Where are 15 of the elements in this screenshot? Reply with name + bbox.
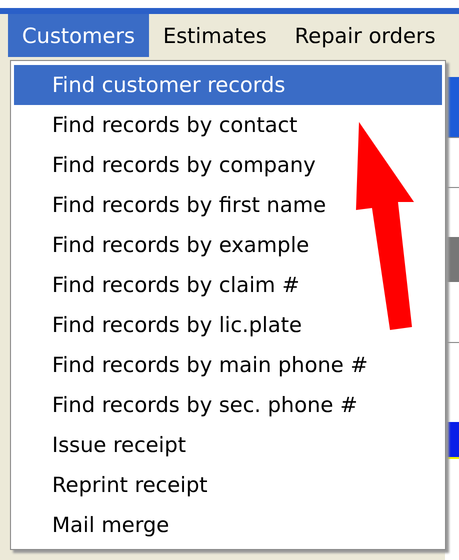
menu-item[interactable]: Find records by first name xyxy=(14,185,442,225)
menu-bar-item[interactable]: Customers xyxy=(8,14,149,57)
menu-item[interactable]: Find customer records xyxy=(14,65,442,105)
menu-item[interactable]: Reprint receipt xyxy=(14,465,442,505)
menu-item[interactable]: Find records by main phone # xyxy=(14,345,442,385)
menu-item[interactable]: Find records by example xyxy=(14,225,442,265)
menu-item[interactable]: Find records by sec. phone # xyxy=(14,385,442,425)
menu-item[interactable]: Mail merge xyxy=(14,505,442,545)
menu-item[interactable]: Find records by company xyxy=(14,145,442,185)
menu-bar-item[interactable]: Repair orders xyxy=(280,14,450,57)
menu-item[interactable]: Find records by claim # xyxy=(14,265,442,305)
menu-item[interactable]: Find records by lic.plate xyxy=(14,305,442,345)
menu-item[interactable]: Issue receipt xyxy=(14,425,442,465)
menu-bar-item[interactable]: Estimates xyxy=(148,14,281,57)
menu-item[interactable]: Find records by contact xyxy=(14,105,442,145)
